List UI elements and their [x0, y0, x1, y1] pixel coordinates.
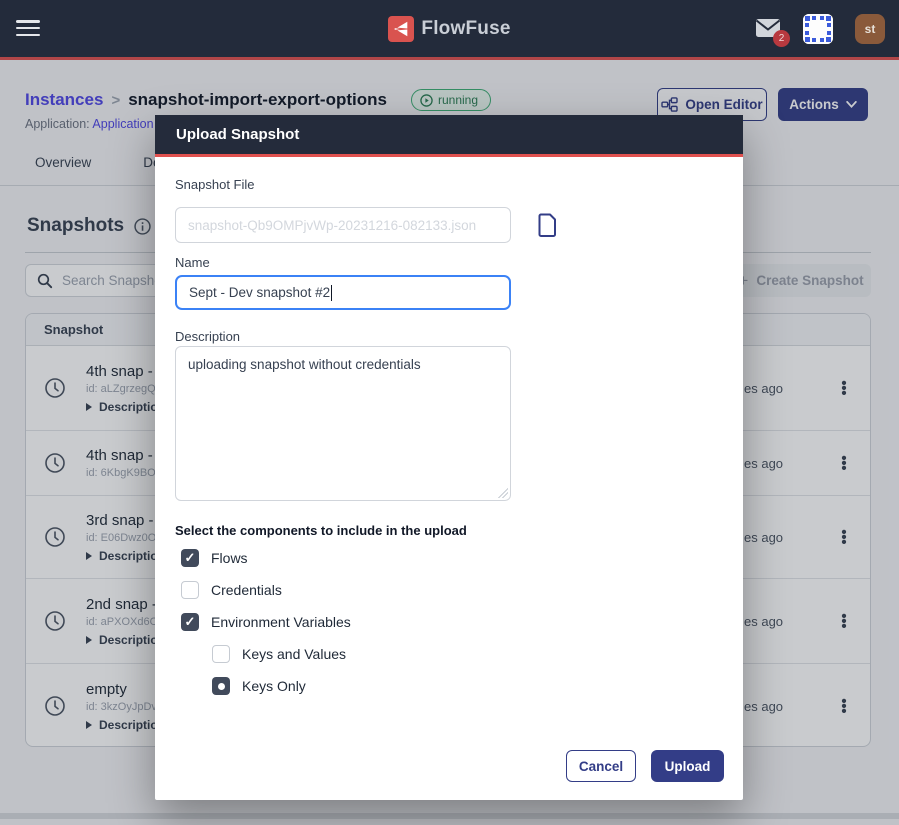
name-input[interactable]: Sept - Dev snapshot #2 — [175, 275, 511, 310]
snapshot-file-placeholder: snapshot-Qb9OMPjvWp-20231216-082133.json — [188, 218, 476, 233]
description-value: uploading snapshot without credentials — [188, 357, 421, 372]
file-select-icon[interactable] — [537, 213, 559, 237]
brand-name: FlowFuse — [421, 18, 510, 40]
snapshot-file-label: Snapshot File — [175, 177, 255, 192]
radio-unselected-icon[interactable] — [212, 645, 230, 663]
components-label: Select the components to include in the … — [175, 523, 467, 538]
checkbox-checked-icon[interactable]: ✓ — [181, 613, 199, 631]
description-label: Description — [175, 329, 240, 344]
dialog-header: Upload Snapshot — [155, 115, 743, 157]
snapshot-file-input[interactable]: snapshot-Qb9OMPjvWp-20231216-082133.json — [175, 207, 511, 243]
text-cursor — [331, 285, 332, 301]
option-flows[interactable]: ✓ Flows — [181, 549, 248, 567]
user-avatar[interactable]: st — [855, 14, 885, 44]
option-credentials[interactable]: Credentials — [181, 581, 282, 599]
radio-selected-icon[interactable] — [212, 677, 230, 695]
cancel-button[interactable]: Cancel — [566, 750, 636, 782]
upload-snapshot-dialog: Upload Snapshot Snapshot File snapshot-Q… — [155, 115, 743, 800]
option-keys-only[interactable]: Keys Only — [212, 677, 306, 695]
name-label: Name — [175, 255, 210, 270]
flowfuse-logo — [388, 16, 414, 42]
description-textarea[interactable]: uploading snapshot without credentials — [175, 346, 511, 501]
resize-handle[interactable] — [498, 488, 508, 498]
name-value: Sept - Dev snapshot #2 — [189, 285, 330, 300]
dialog-title: Upload Snapshot — [176, 126, 299, 143]
notifications-button[interactable]: 2 — [755, 18, 781, 40]
checkbox-unchecked-icon[interactable] — [181, 581, 199, 599]
team-avatar[interactable] — [803, 14, 833, 44]
checkbox-checked-icon[interactable]: ✓ — [181, 549, 199, 567]
option-environment-variables[interactable]: ✓ Environment Variables — [181, 613, 351, 631]
upload-button[interactable]: Upload — [651, 750, 724, 782]
notification-badge: 2 — [773, 30, 790, 47]
option-keys-and-values[interactable]: Keys and Values — [212, 645, 346, 663]
top-navbar: FlowFuse 2 st — [0, 0, 899, 57]
